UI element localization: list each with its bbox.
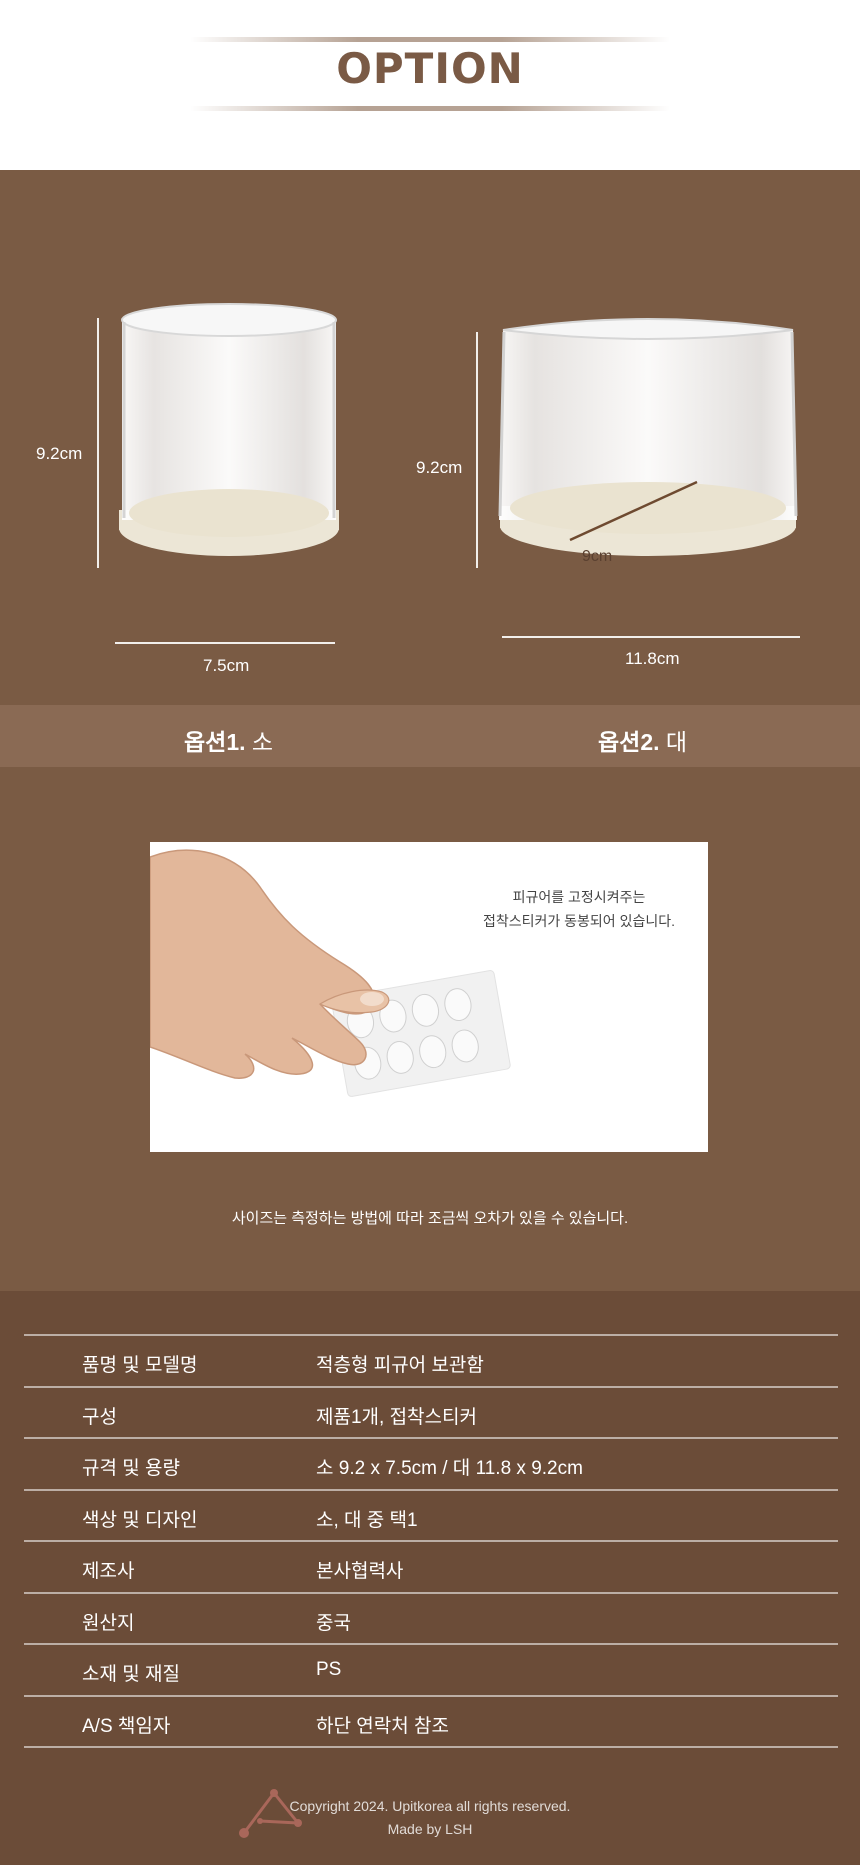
options-section: 9.2cm 7.5cm 9.2cm 9cm 11.8cm (0, 170, 860, 705)
spec-key: 원산지 (82, 1613, 135, 1634)
spec-key: 규격 및 용량 (82, 1458, 180, 1479)
option-name-bar: 옵션1. 소 옵션2. 대 (0, 705, 860, 767)
sticker-photo: 피규어를 고정시켜주는 접착스티커가 동봉되어 있습니다. (150, 842, 708, 1152)
spec-value: 하단 연락처 참조 (316, 1716, 449, 1737)
spec-value: 중국 (316, 1613, 351, 1634)
spec-section: 품명 및 모델명 적층형 피규어 보관함 구성 제품1개, 접착스티커 규격 및… (0, 1291, 860, 1865)
option2-label: 옵션2. 대 (598, 723, 687, 757)
spec-key: 구성 (82, 1407, 117, 1428)
large-width-label: 11.8cm (625, 649, 680, 668)
spec-row: 구성 제품1개, 접착스티커 (24, 1386, 838, 1439)
spec-value: 제품1개, 접착스티커 (316, 1407, 477, 1428)
spec-row: 색상 및 디자인 소, 대 중 택1 (24, 1489, 838, 1542)
spec-key: 색상 및 디자인 (82, 1510, 198, 1531)
option1-label: 옵션1. 소 (184, 723, 273, 757)
header-bottom-divider (190, 106, 670, 111)
spec-value: 소 9.2 x 7.5cm / 대 11.8 x 9.2cm (316, 1458, 583, 1479)
spec-row: 품명 및 모델명 적층형 피규어 보관함 (24, 1334, 838, 1387)
sticker-caption-line1: 피규어를 고정시켜주는 (512, 889, 646, 905)
sticker-section: 피규어를 고정시켜주는 접착스티커가 동봉되어 있습니다. 사이즈는 측정하는 … (0, 767, 860, 1291)
large-height-line (476, 332, 478, 568)
spec-key: 품명 및 모델명 (82, 1355, 198, 1376)
spec-table-bottom-line (24, 1746, 838, 1748)
size-disclaimer: 사이즈는 측정하는 방법에 따라 조금씩 오차가 있을 수 있습니다. (231, 1210, 629, 1227)
spec-key: A/S 책임자 (82, 1716, 171, 1737)
option2-number: 옵션2. (598, 729, 660, 755)
small-height-line (97, 318, 99, 568)
spec-row: A/S 책임자 하단 연락처 참조 (24, 1695, 838, 1748)
small-width-label: 7.5cm (203, 656, 250, 675)
small-width-line (115, 642, 335, 644)
page-title: OPTION (336, 44, 524, 93)
spec-row: 제조사 본사협력사 (24, 1540, 838, 1593)
made-by-text: Made by LSH (387, 1821, 473, 1837)
option1-size: 소 (251, 729, 274, 755)
spec-value: 적층형 피규어 보관함 (316, 1355, 484, 1376)
spec-key: 소재 및 재질 (82, 1664, 180, 1685)
large-width-line (502, 636, 800, 638)
large-diameter-label: 9cm (582, 548, 613, 565)
sticker-caption-line2: 접착스티커가 동봉되어 있습니다. (483, 913, 675, 929)
option-header: OPTION (0, 0, 860, 170)
large-case-image (498, 318, 798, 556)
option1-number: 옵션1. (184, 729, 246, 755)
spec-value: 소, 대 중 택1 (316, 1510, 418, 1531)
spec-value: PS (316, 1659, 342, 1680)
spec-row: 규격 및 용량 소 9.2 x 7.5cm / 대 11.8 x 9.2cm (24, 1437, 838, 1490)
header-top-divider (190, 37, 670, 42)
spec-value: 본사협력사 (316, 1561, 404, 1582)
small-case-image (119, 303, 339, 556)
large-height-label: 9.2cm (416, 458, 463, 477)
copyright-text: Copyright 2024. Upitkorea all rights res… (289, 1798, 571, 1814)
spec-key: 제조사 (82, 1561, 135, 1582)
spec-row: 원산지 중국 (24, 1592, 838, 1645)
option2-size: 대 (665, 729, 688, 755)
spec-row: 소재 및 재질 PS (24, 1643, 838, 1696)
small-height-label: 9.2cm (36, 444, 83, 463)
